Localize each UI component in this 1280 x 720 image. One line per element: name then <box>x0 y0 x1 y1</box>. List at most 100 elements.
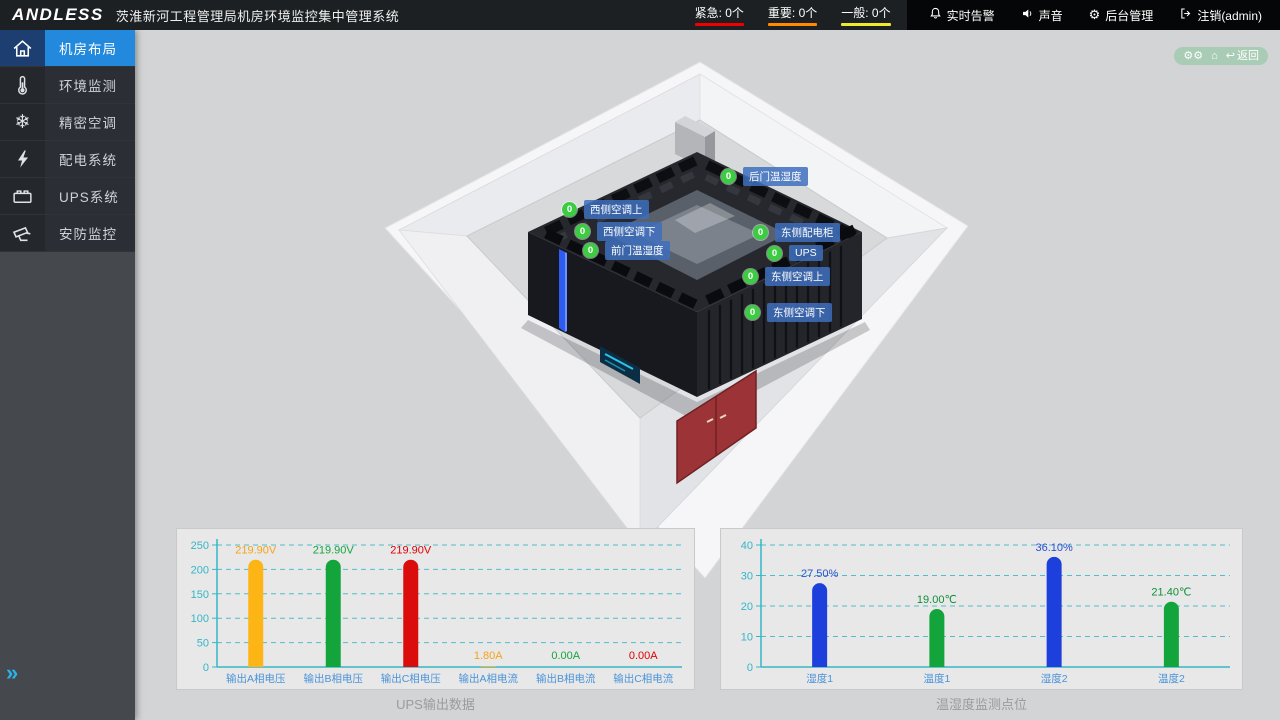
sidebar-item-env-monitor[interactable]: 环境监测 <box>0 67 135 104</box>
scene-toolbar-back-button[interactable]: ↩返回 <box>1226 51 1259 62</box>
sidebar-menu: 机房布局环境监测 ❄精密空调配电系统 UPS系统安防监控 <box>0 30 135 252</box>
scene-marker[interactable]: 0东侧空调下 <box>745 303 832 322</box>
marker-count-badge: 0 <box>575 224 590 239</box>
y-tick-label: 250 <box>191 540 209 552</box>
chart-title-ups: UPS输出数据 <box>176 694 695 714</box>
bolt-icon <box>0 141 45 177</box>
sidebar-item-label: 机房布局 <box>59 38 117 58</box>
alert-badge-general[interactable]: 一般: 0个 <box>841 4 890 26</box>
bar <box>248 560 263 667</box>
bar <box>929 609 944 667</box>
alert-badge-urgent[interactable]: 紧急: 0个 <box>695 4 744 26</box>
temp-humidity-chart: 01020304027.50%湿度119.00℃温度136.10%湿度221.4… <box>721 529 1244 691</box>
header-action-label: 注销(admin) <box>1197 7 1262 24</box>
category-label: 温度2 <box>1158 672 1185 685</box>
bar <box>326 560 341 667</box>
header-action-logout[interactable]: 注销(admin) <box>1179 7 1262 24</box>
marker-count-badge: 0 <box>562 202 577 217</box>
header-action-label: 实时告警 <box>947 7 995 24</box>
bar-value-label: 27.50% <box>801 568 839 580</box>
bar-value-label: 36.10% <box>1035 542 1073 554</box>
bar <box>1164 602 1179 667</box>
speaker-icon <box>1021 7 1034 23</box>
marker-label: 西侧空调上 <box>584 200 649 219</box>
bar-value-label: 219.90V <box>235 545 277 557</box>
alert-badges: 紧急: 0个 重要: 0个 一般: 0个 <box>679 0 907 30</box>
marker-count-badge: 0 <box>721 169 736 184</box>
home-icon <box>0 30 45 66</box>
logout-icon <box>1179 7 1192 23</box>
bar <box>403 560 418 667</box>
marker-count-badge: 0 <box>767 246 782 261</box>
sidebar-item-precision-ac[interactable]: ❄精密空调 <box>0 104 135 141</box>
y-tick-label: 0 <box>203 662 209 674</box>
scene-marker[interactable]: 0 西侧空调上 <box>562 200 649 219</box>
back-icon: ↩ <box>1226 51 1235 62</box>
alert-badge-underline <box>695 23 744 26</box>
alert-badge-important[interactable]: 重要: 0个 <box>768 4 817 26</box>
header-action-backend-admin[interactable]: ⚙ 后台管理 <box>1089 7 1154 24</box>
scene-marker[interactable]: 0东侧空调上 <box>743 267 830 286</box>
marker-count-badge: 0 <box>583 243 598 258</box>
camera-icon <box>0 215 45 251</box>
sidebar-item-label-cell: 安防监控 <box>45 215 135 251</box>
marker-label: 前门温湿度 <box>605 241 670 260</box>
y-tick-label: 100 <box>191 613 209 625</box>
bar <box>1047 557 1062 667</box>
ups-output-chart: 050100150200250219.90V输出A相电压219.90V输出B相电… <box>177 529 696 691</box>
y-tick-label: 20 <box>741 601 753 613</box>
alert-badge-underline <box>841 23 890 26</box>
marker-label: UPS <box>789 245 823 261</box>
scene-marker[interactable]: 0 前门温湿度 <box>583 241 670 260</box>
scene-marker[interactable]: 0东侧配电柜 <box>753 223 840 242</box>
bar <box>812 583 827 667</box>
marker-label: 东侧配电柜 <box>775 223 840 242</box>
chart-panel-temp-humidity: 01020304027.50%湿度119.00℃温度136.10%湿度221.4… <box>720 528 1243 690</box>
marker-label: 西侧空调下 <box>597 222 662 241</box>
sidebar-item-ups-system[interactable]: UPS系统 <box>0 178 135 215</box>
sidebar-expand-button[interactable]: » <box>6 662 18 684</box>
scene-marker[interactable]: 0 西侧空调下 <box>575 222 662 241</box>
bar-value-label: 0.00A <box>551 650 580 662</box>
bar-value-label: 0.00A <box>629 650 658 662</box>
room-3d-view: 0后门温湿度0西侧空调上0西侧空调下0前门温湿度0东侧配电柜0UPS0东侧空调上… <box>135 30 1280 610</box>
gear-icon: ⚙ <box>1089 8 1101 22</box>
header-action-label: 声音 <box>1039 7 1063 24</box>
sidebar-item-security-monitor[interactable]: 安防监控 <box>0 215 135 252</box>
chart-title-temp-humidity: 温湿度监测点位 <box>720 694 1243 714</box>
brand-logo: ANDLESS <box>0 5 116 25</box>
rack-led-strip <box>559 249 565 332</box>
sidebar: 机房布局环境监测 ❄精密空调配电系统 UPS系统安防监控 » <box>0 30 135 720</box>
category-label: 输出C相电压 <box>381 672 442 685</box>
thermometer-icon <box>0 67 45 103</box>
app-root: ANDLESS 茨淮新河工程管理局机房环境监控集中管理系统 紧急: 0个重要: … <box>0 0 1280 720</box>
scene-marker[interactable]: 0后门温湿度 <box>721 167 808 186</box>
header-action-realtime-alarm[interactable]: 实时告警 <box>929 7 995 24</box>
y-tick-label: 40 <box>741 540 753 552</box>
alert-badge-underline <box>768 23 817 26</box>
scene-marker[interactable]: 0 UPS <box>767 245 823 261</box>
alert-badge-text: 紧急: 0个 <box>695 4 744 21</box>
category-label: 输出A相电压 <box>226 672 286 685</box>
scene-toolbar-settings-button[interactable]: ⚙⚙ <box>1183 51 1203 62</box>
sidebar-item-room-layout[interactable]: 机房布局 <box>0 30 135 67</box>
bar <box>481 666 496 667</box>
sidebar-item-label-cell: 环境监测 <box>45 67 135 103</box>
y-tick-label: 200 <box>191 564 209 576</box>
sidebar-item-label: 环境监测 <box>59 75 117 95</box>
chart-panel-ups: 050100150200250219.90V输出A相电压219.90V输出B相电… <box>176 528 695 690</box>
sidebar-item-label: 精密空调 <box>59 112 117 132</box>
alert-badge-text: 重要: 0个 <box>768 4 817 21</box>
category-label: 输出C相电流 <box>613 672 674 685</box>
bar-value-label: 1.80A <box>474 650 503 662</box>
sidebar-item-label: 配电系统 <box>59 149 117 169</box>
scene-toolbar-home-button[interactable]: ⌂ <box>1211 51 1218 62</box>
category-label: 湿度1 <box>806 672 833 685</box>
bell-icon <box>929 7 942 23</box>
sidebar-item-power-system[interactable]: 配电系统 <box>0 141 135 178</box>
sidebar-item-label: 安防监控 <box>59 223 117 243</box>
header-action-sound[interactable]: 声音 <box>1021 7 1063 24</box>
sidebar-item-label-cell: UPS系统 <box>45 178 135 214</box>
header-action-label: 后台管理 <box>1105 7 1153 24</box>
y-tick-label: 150 <box>191 589 209 601</box>
